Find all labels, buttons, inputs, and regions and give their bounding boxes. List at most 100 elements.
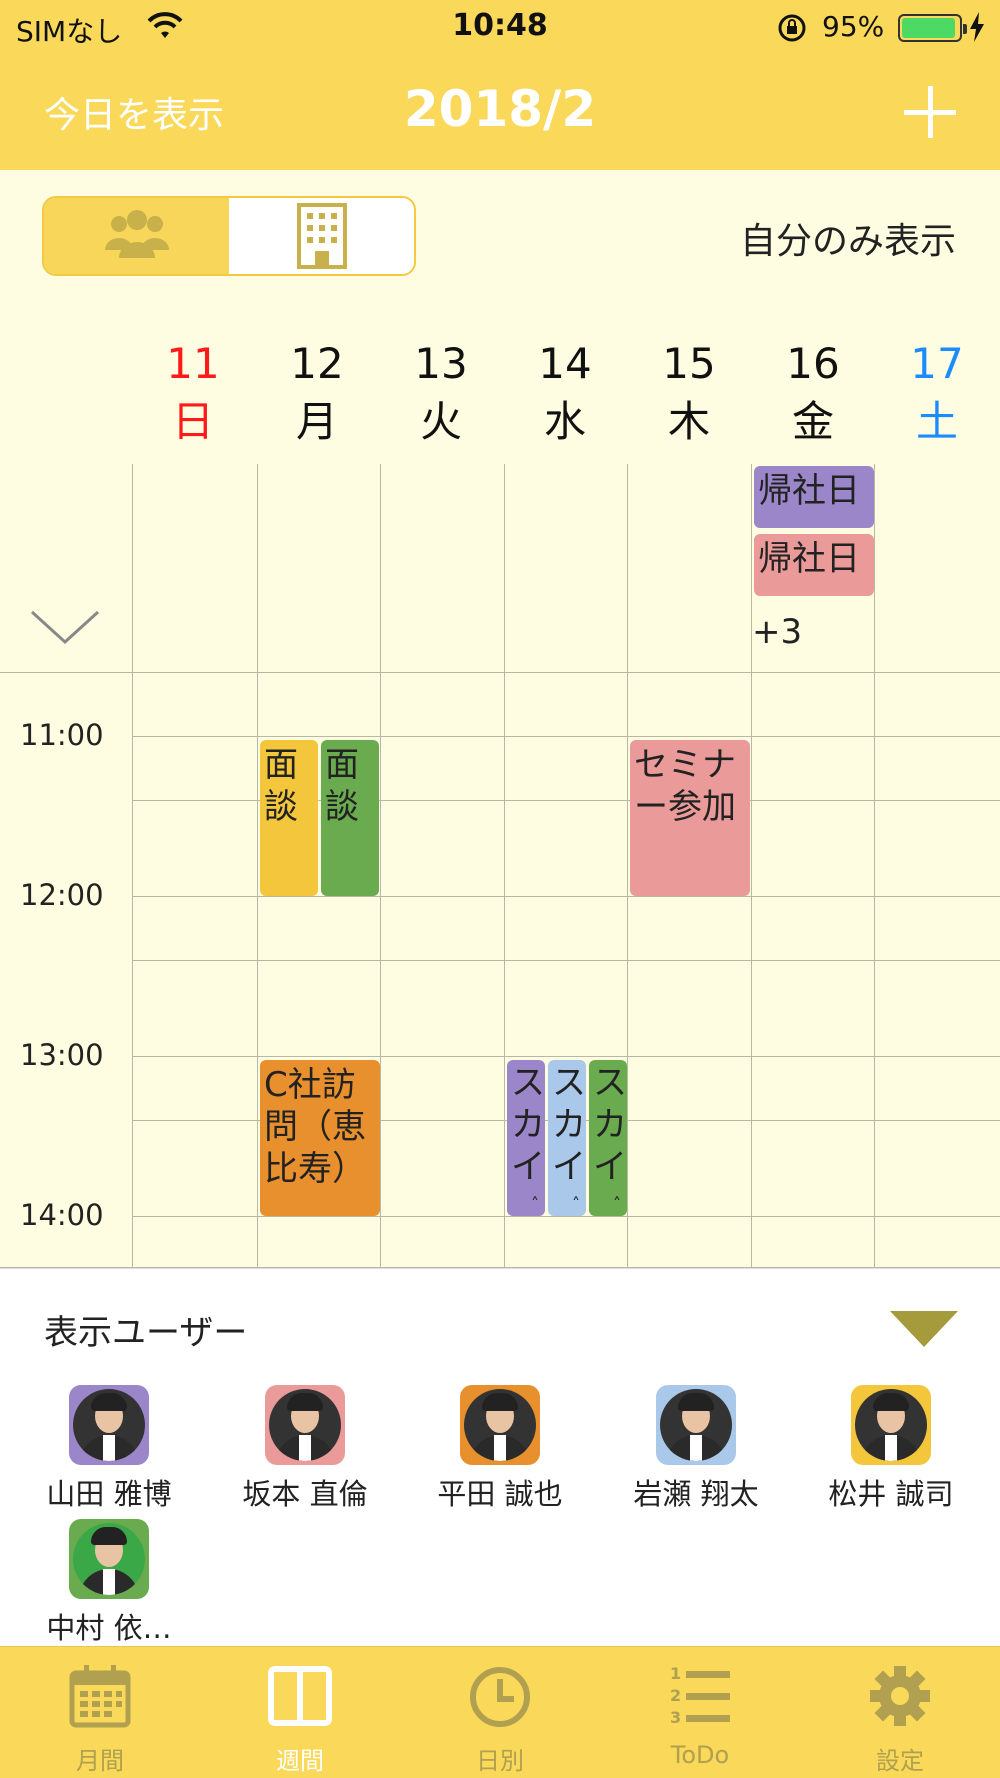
grid-line [132, 1056, 1000, 1057]
grid-line [751, 464, 752, 1268]
display-users-panel: 表示ユーザー 山田 雅博 坂本 直倫 平田 誠也 岩瀬 翔太 松井 誠司 中村 … [0, 1268, 1000, 1646]
grid-line [257, 464, 258, 1268]
facility-view-segment[interactable] [229, 198, 414, 274]
user-item[interactable]: 松井 誠司 [806, 1385, 976, 1513]
day-number: 15 [662, 339, 716, 388]
avatar [69, 1385, 149, 1465]
clock-icon [470, 1667, 530, 1727]
week-calendar: 自分のみ表示 11 日 12 月 13 火 14 水 15 木 16 金 17 … [0, 170, 1000, 1268]
group-view-segment[interactable] [44, 198, 229, 274]
weekday-label: 火 [419, 397, 462, 446]
event-title: スカイ [552, 1063, 586, 1187]
time-label: 14:00 [20, 1198, 104, 1232]
time-label: 12:00 [20, 878, 104, 912]
add-event-button[interactable] [904, 86, 956, 138]
grid-line [132, 464, 133, 1268]
tab-monthly[interactable]: 月間 [0, 1647, 200, 1778]
day-header-tue[interactable]: 13 火 [379, 340, 503, 450]
tab-label: 月間 [76, 1747, 124, 1775]
tab-label: 日別 [476, 1747, 524, 1775]
day-header-thu[interactable]: 15 木 [627, 340, 751, 450]
day-header-mon[interactable]: 12 月 [255, 340, 379, 450]
user-item[interactable]: 坂本 直倫 [220, 1385, 390, 1513]
avatar [460, 1385, 540, 1465]
avatar [265, 1385, 345, 1465]
weekday-label: 日 [171, 397, 214, 446]
tab-settings[interactable]: 設定 [800, 1647, 1000, 1778]
avatar [851, 1385, 931, 1465]
more-events-count[interactable]: +3 [752, 612, 802, 652]
all-day-divider [0, 672, 1000, 673]
time-label: 13:00 [20, 1038, 104, 1072]
time-label: 11:00 [20, 718, 104, 752]
tab-weekly[interactable]: 週間 [200, 1647, 400, 1778]
battery-percentage: 95% [822, 10, 885, 43]
user-name: 平田 誠也 [437, 1477, 563, 1511]
event-block[interactable]: 面談 [321, 740, 379, 896]
event-block[interactable]: スカイ ˄ [548, 1060, 586, 1216]
tab-label: 設定 [876, 1747, 924, 1775]
grid-line [504, 464, 505, 1268]
battery-icon [898, 14, 967, 42]
weekday-label: 月 [295, 397, 338, 446]
event-title: スカイ [511, 1063, 545, 1187]
grid-line [132, 896, 1000, 897]
event-block[interactable]: スカイ ˄ [507, 1060, 545, 1216]
user-name: 岩瀬 翔太 [633, 1477, 759, 1511]
numbered-list-icon: 1 2 3 [670, 1664, 730, 1727]
grid-line [874, 464, 875, 1268]
day-number: 16 [786, 339, 840, 388]
avatar [656, 1385, 736, 1465]
event-overflow-mark: ˄ [531, 1194, 539, 1213]
day-number: 17 [910, 339, 964, 388]
weekday-label: 土 [915, 397, 958, 446]
user-name: 坂本 直倫 [242, 1477, 368, 1511]
user-item[interactable]: 山田 雅博 [24, 1385, 194, 1513]
day-header-sat[interactable]: 17 土 [875, 340, 999, 450]
weekday-label: 金 [791, 397, 834, 446]
day-header-wed[interactable]: 14 水 [503, 340, 627, 450]
grid-line [132, 736, 1000, 737]
all-day-event[interactable]: 帰社日 [754, 466, 874, 528]
day-number: 11 [166, 339, 220, 388]
svg-text:2: 2 [670, 1686, 681, 1705]
user-item[interactable]: 岩瀬 翔太 [611, 1385, 781, 1513]
gear-icon [870, 1666, 930, 1726]
week-columns-icon [268, 1666, 332, 1726]
charging-bolt-icon [970, 12, 984, 42]
day-header-fri[interactable]: 16 金 [751, 340, 875, 450]
tab-label: ToDo [670, 1741, 730, 1769]
event-block[interactable]: 面談 [260, 740, 318, 896]
grid-line [132, 1216, 1000, 1217]
only-me-toggle[interactable]: 自分のみ表示 [600, 212, 956, 264]
tab-todo[interactable]: 1 2 3 ToDo [600, 1647, 800, 1778]
svg-text:3: 3 [670, 1708, 681, 1727]
view-segmented-control [42, 196, 416, 276]
navigation-bar: 今日を表示 2018/2 [0, 56, 1000, 170]
collapse-triangle-icon[interactable] [890, 1311, 958, 1347]
grid-line [380, 464, 381, 1268]
svg-text:1: 1 [670, 1664, 681, 1683]
event-overflow-mark: ˄ [572, 1194, 580, 1213]
day-number: 12 [290, 339, 344, 388]
user-item[interactable]: 中村 依… [24, 1519, 194, 1647]
user-item[interactable]: 平田 誠也 [415, 1385, 585, 1513]
event-overflow-mark: ˄ [613, 1194, 621, 1213]
month-title: 2018/2 [403, 80, 597, 138]
tab-daily[interactable]: 日別 [400, 1647, 600, 1778]
day-header-sun[interactable]: 11 日 [131, 340, 255, 450]
day-number: 14 [538, 339, 592, 388]
tab-label: 週間 [276, 1747, 324, 1775]
event-block[interactable]: スカイ ˄ [589, 1060, 627, 1216]
grid-line [627, 464, 628, 1268]
status-bar: SIMなし 10:48 95% [0, 0, 1000, 56]
event-title: スカイ [593, 1063, 627, 1187]
all-day-event[interactable]: 帰社日 [754, 534, 874, 596]
event-block[interactable]: C社訪問（恵比寿） [260, 1060, 380, 1216]
users-heading: 表示ユーザー [44, 1313, 248, 1353]
event-block[interactable]: セミナー参加 [630, 740, 750, 896]
avatar [69, 1519, 149, 1599]
user-name: 松井 誠司 [828, 1477, 954, 1511]
calendar-icon [69, 1665, 131, 1728]
chevron-down-icon[interactable] [30, 608, 100, 648]
